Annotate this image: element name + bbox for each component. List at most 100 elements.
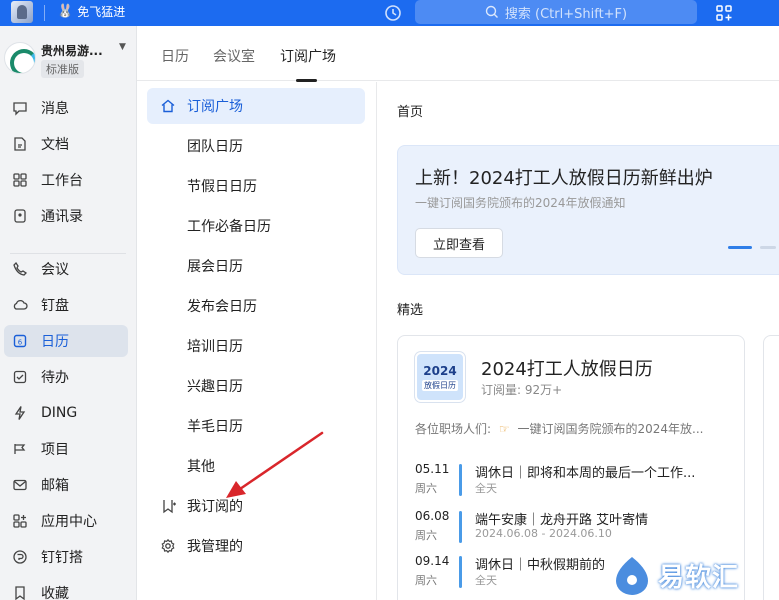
sidebar-item-mail[interactable]: 邮箱 bbox=[4, 469, 128, 501]
tab-calendar[interactable]: 日历 bbox=[161, 46, 189, 66]
next-calendar-card[interactable] bbox=[763, 335, 779, 600]
rabbit-icon: 🐰 bbox=[57, 4, 74, 19]
menu-item-label: 订阅广场 bbox=[187, 99, 243, 115]
menu-item-label: 工作必备日历 bbox=[187, 219, 271, 235]
global-search[interactable]: 搜索 (Ctrl+Shift+F) bbox=[415, 0, 697, 24]
sidebar-item-builder[interactable]: 钉钉搭 bbox=[4, 541, 128, 573]
project-icon bbox=[11, 440, 29, 458]
title-bar: 🐰 免飞猛进 搜索 (Ctrl+Shift+F) bbox=[0, 0, 779, 26]
sidebar-item-ding[interactable]: DING bbox=[4, 397, 128, 429]
event-item[interactable]: 05.11 周六 调休日｜即将和本周的最后一个工作... 全天 bbox=[415, 462, 735, 502]
gear-icon bbox=[159, 537, 177, 555]
ding-icon bbox=[11, 404, 29, 422]
event-color-bar bbox=[459, 556, 462, 588]
sidebar-item-label: 会议 bbox=[41, 262, 69, 278]
favorite-icon bbox=[11, 584, 29, 600]
event-time: 2024.06.08 - 2024.06.10 bbox=[475, 527, 612, 540]
event-title: 调休日｜即将和本周的最后一个工作... bbox=[475, 466, 696, 481]
carousel-dot[interactable] bbox=[760, 246, 776, 249]
message-icon bbox=[11, 99, 29, 117]
menu-item-label: 展会日历 bbox=[187, 259, 243, 275]
sidebar-item-docs[interactable]: 文档 bbox=[4, 128, 128, 160]
cover-text: 放假日历 bbox=[422, 379, 458, 391]
sidebar-item-label: 邮箱 bbox=[41, 478, 69, 494]
event-date: 09.14 bbox=[415, 554, 450, 568]
sidebar-item-contacts[interactable]: 通讯录 bbox=[4, 200, 128, 232]
event-date: 05.11 bbox=[415, 462, 450, 476]
status-text: 免飞猛进 bbox=[77, 5, 126, 19]
sidebar-item-meeting[interactable]: 会议 bbox=[4, 253, 128, 285]
intro-text: 一键订阅国务院颁布的2024年放... bbox=[517, 422, 704, 436]
banner-title: 上新！2024打工人放假日历新鲜出炉 bbox=[415, 168, 713, 189]
menu-item-exhibition-calendar[interactable]: 展会日历 bbox=[147, 248, 365, 284]
tab-subscription-square[interactable]: 订阅广场 bbox=[280, 46, 336, 66]
user-avatar[interactable] bbox=[11, 1, 33, 23]
menu-item-holiday-calendar[interactable]: 节假日日历 bbox=[147, 168, 365, 204]
menu-item-managed[interactable]: 我管理的 bbox=[147, 528, 365, 564]
calendar-tabs: 日历 会议室 订阅广场 bbox=[137, 26, 779, 81]
sidebar-item-label: DING bbox=[41, 405, 78, 421]
org-logo bbox=[4, 42, 36, 74]
menu-item-label: 发布会日历 bbox=[187, 299, 257, 315]
search-placeholder: 搜索 (Ctrl+Shift+F) bbox=[504, 6, 628, 22]
sidebar-item-label: 项目 bbox=[41, 442, 69, 458]
event-date: 06.08 bbox=[415, 509, 450, 523]
menu-item-other[interactable]: 其他 bbox=[147, 448, 365, 484]
menu-item-square-home[interactable]: 订阅广场 bbox=[147, 88, 365, 124]
sidebar-item-label: 钉钉搭 bbox=[41, 550, 83, 566]
sidebar-item-label: 工作台 bbox=[41, 173, 83, 189]
document-icon bbox=[11, 135, 29, 153]
main-content: 首页 上新！2024打工人放假日历新鲜出炉 一键订阅国务院颁布的2024年放假通… bbox=[378, 82, 779, 600]
event-time: 全天 bbox=[475, 482, 497, 495]
contacts-icon bbox=[11, 207, 29, 225]
history-icon[interactable] bbox=[383, 3, 403, 23]
user-status[interactable]: 🐰 免飞猛进 bbox=[57, 3, 125, 20]
sidebar-item-drive[interactable]: 钉盘 bbox=[4, 289, 128, 321]
subscriber-count: 订阅量: 92万+ bbox=[481, 383, 563, 397]
calendar-cover-image: 2024 放假日历 bbox=[415, 352, 465, 402]
sidebar-item-app-center[interactable]: 应用中心 bbox=[4, 505, 128, 537]
sidebar-item-label: 通讯录 bbox=[41, 209, 83, 225]
sidebar-item-favorite[interactable]: 收藏 bbox=[4, 577, 128, 600]
app-center-icon bbox=[11, 512, 29, 530]
apps-add-icon[interactable] bbox=[714, 3, 734, 23]
menu-item-label: 团队日历 bbox=[187, 139, 243, 155]
caret-down-icon: ▼ bbox=[119, 42, 126, 52]
cover-year: 2024 bbox=[423, 363, 457, 378]
sidebar-item-label: 应用中心 bbox=[41, 514, 97, 530]
tab-meeting-room[interactable]: 会议室 bbox=[213, 46, 255, 66]
intro-prefix: 各位职场人们: bbox=[415, 422, 492, 436]
org-name: 贵州易游... bbox=[41, 44, 103, 58]
promo-banner[interactable]: 上新！2024打工人放假日历新鲜出炉 一键订阅国务院颁布的2024年放假通知 立… bbox=[397, 145, 779, 275]
cloud-drive-icon bbox=[11, 296, 29, 314]
menu-item-label: 兴趣日历 bbox=[187, 379, 243, 395]
menu-item-label: 培训日历 bbox=[187, 339, 243, 355]
home-icon bbox=[159, 97, 177, 115]
menu-item-deals-calendar[interactable]: 羊毛日历 bbox=[147, 408, 365, 444]
view-now-button[interactable]: 立即查看 bbox=[415, 228, 503, 258]
event-color-bar bbox=[459, 464, 462, 496]
sidebar-item-label: 文档 bbox=[41, 137, 69, 153]
event-item[interactable]: 06.08 周六 端午安康｜龙舟开路 艾叶寄情 2024.06.08 - 202… bbox=[415, 509, 735, 549]
menu-item-team-calendar[interactable]: 团队日历 bbox=[147, 128, 365, 164]
sidebar-item-message[interactable]: 消息 bbox=[4, 92, 128, 124]
menu-item-interest-calendar[interactable]: 兴趣日历 bbox=[147, 368, 365, 404]
menu-item-work-calendar[interactable]: 工作必备日历 bbox=[147, 208, 365, 244]
event-weekday: 周六 bbox=[415, 529, 437, 542]
section-title: 精选 bbox=[397, 303, 424, 318]
org-switcher[interactable]: 贵州易游... ▼ 标准版 bbox=[4, 38, 134, 88]
todo-icon bbox=[11, 368, 29, 386]
sidebar-item-project[interactable]: 项目 bbox=[4, 433, 128, 465]
sidebar-item-todo[interactable]: 待办 bbox=[4, 361, 128, 393]
watermark-text: 易软汇 bbox=[658, 562, 740, 593]
menu-item-launch-calendar[interactable]: 发布会日历 bbox=[147, 288, 365, 324]
sidebar-item-workbench[interactable]: 工作台 bbox=[4, 164, 128, 196]
menu-item-my-subscriptions[interactable]: 我订阅的 bbox=[147, 488, 365, 524]
menu-item-training-calendar[interactable]: 培训日历 bbox=[147, 328, 365, 364]
svg-text:6: 6 bbox=[18, 339, 23, 347]
carousel-dot-active[interactable] bbox=[728, 246, 752, 249]
search-icon bbox=[485, 5, 498, 18]
sidebar-item-calendar[interactable]: 6 日历 bbox=[4, 325, 128, 357]
pointing-hand-icon: ☞ bbox=[498, 422, 510, 436]
event-weekday: 周六 bbox=[415, 482, 437, 495]
